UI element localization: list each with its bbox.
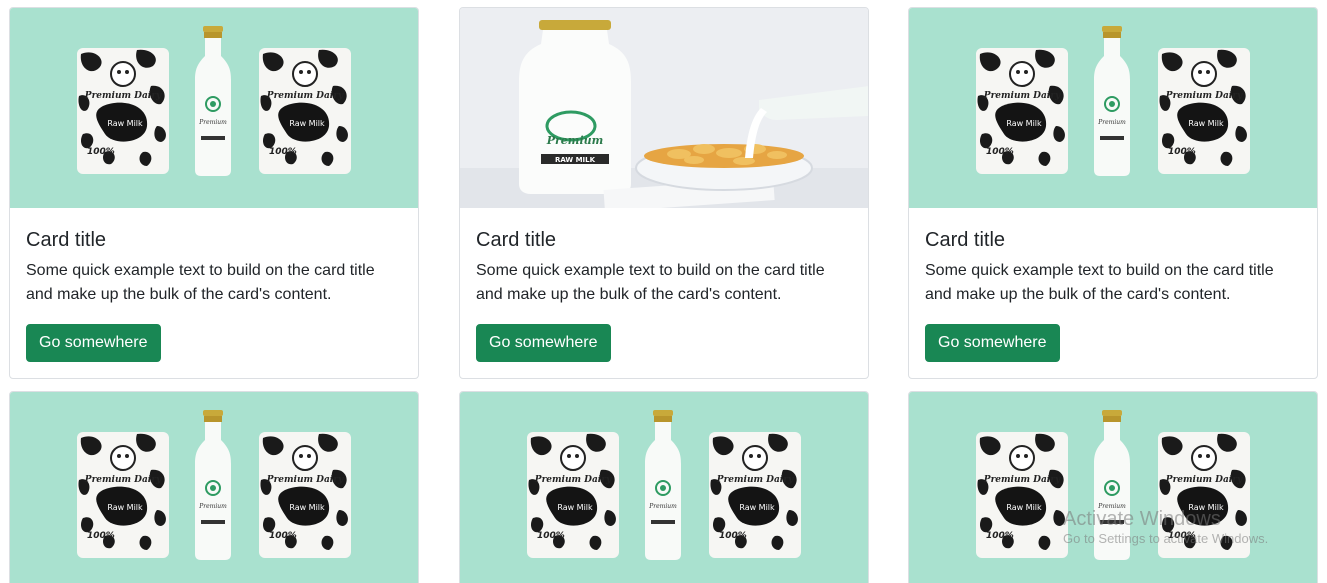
card-body: Card title Some quick example text to bu… (460, 208, 868, 378)
card-title: Card title (925, 229, 1006, 251)
card-6 (908, 391, 1318, 583)
card-title: Card title (476, 229, 557, 251)
svg-text:Premium: Premium (546, 134, 604, 147)
card-image (10, 392, 418, 583)
card-2: Premium RAW MILK Card title Some quick e… (459, 7, 869, 379)
card-text: Some quick example text to build on the … (26, 262, 375, 303)
svg-text:RAW MILK: RAW MILK (555, 156, 596, 164)
go-somewhere-button[interactable]: Go somewhere (26, 324, 161, 362)
card-image (909, 8, 1317, 208)
product-photo-flatlay (909, 392, 1317, 583)
card-body: Card title Some quick example text to bu… (10, 208, 418, 378)
card-image (460, 392, 868, 583)
card-1: Card title Some quick example text to bu… (9, 7, 419, 379)
card-body: Card title Some quick example text to bu… (909, 208, 1317, 378)
product-photo-flatlay (10, 8, 418, 208)
card-text: Some quick example text to build on the … (476, 262, 825, 303)
card-text: Some quick example text to build on the … (925, 262, 1274, 303)
card-image (10, 8, 418, 208)
product-photo-flatlay (909, 8, 1317, 208)
product-photo-flatlay (10, 392, 418, 583)
card-image (909, 392, 1317, 583)
go-somewhere-button[interactable]: Go somewhere (925, 324, 1060, 362)
card-4 (9, 391, 419, 583)
card-title: Card title (26, 229, 107, 251)
card-5 (459, 391, 869, 583)
go-somewhere-button[interactable]: Go somewhere (476, 324, 611, 362)
card-image: Premium RAW MILK (460, 8, 868, 208)
card-3: Card title Some quick example text to bu… (908, 7, 1318, 379)
product-photo-bottle-cereal: Premium RAW MILK (460, 8, 868, 208)
product-photo-flatlay (460, 392, 868, 583)
